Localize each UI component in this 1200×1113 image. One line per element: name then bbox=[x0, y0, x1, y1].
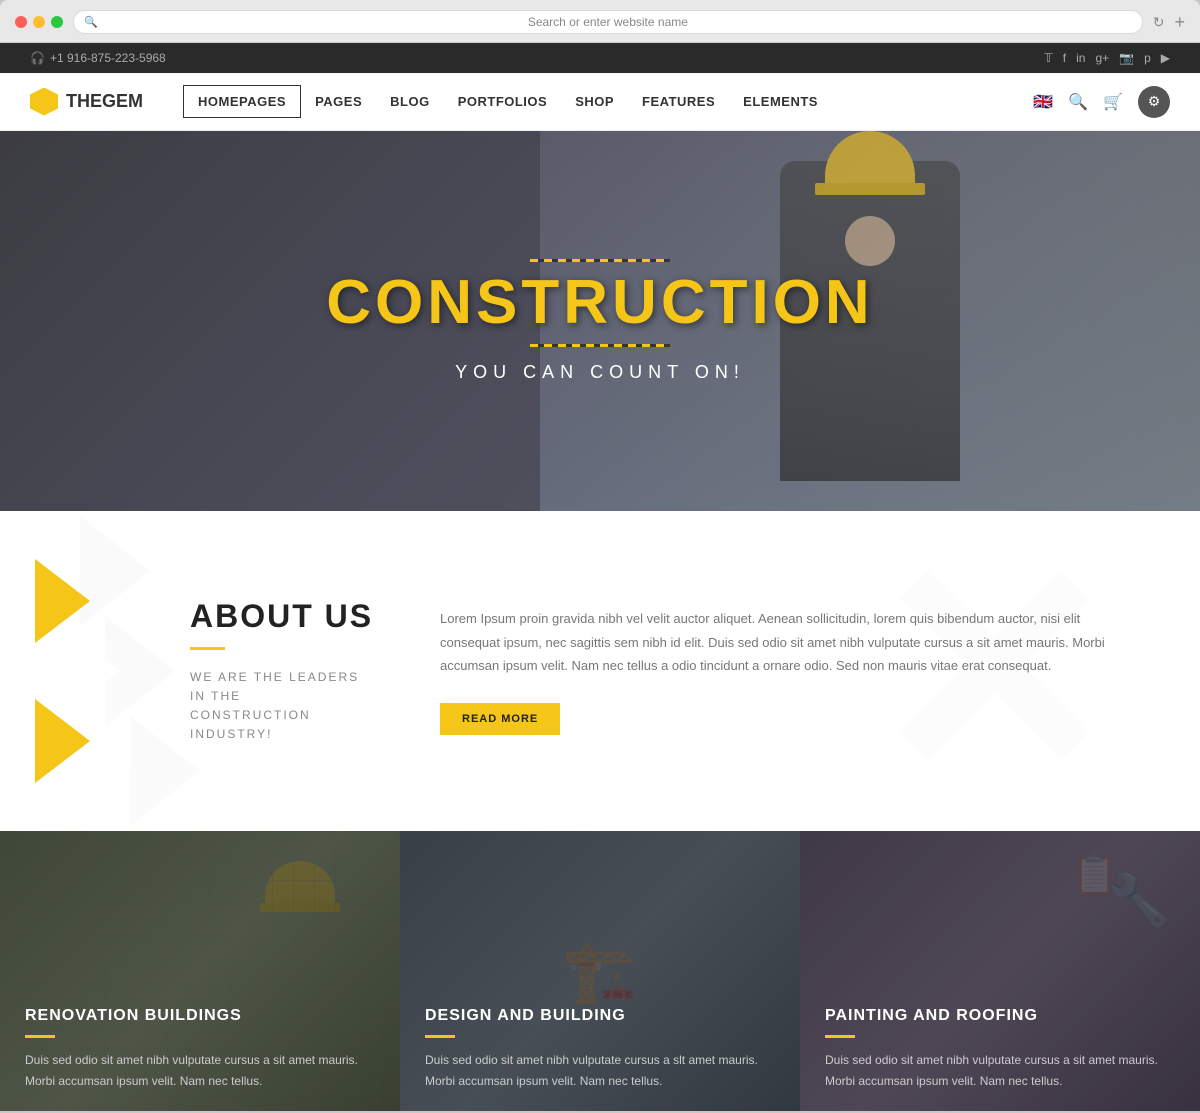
about-right: Lorem Ipsum proin gravida nibh vel velit… bbox=[440, 607, 1140, 734]
minimize-window-button[interactable] bbox=[33, 16, 45, 28]
service-divider-1 bbox=[25, 1035, 55, 1038]
close-window-button[interactable] bbox=[15, 16, 27, 28]
pinterest-icon[interactable]: p bbox=[1144, 51, 1151, 65]
about-body-text: Lorem Ipsum proin gravida nibh vel velit… bbox=[440, 607, 1140, 677]
logo-icon bbox=[30, 88, 58, 116]
googleplus-icon[interactable]: g+ bbox=[1095, 51, 1109, 65]
about-divider bbox=[190, 647, 225, 650]
service-content-3: PAINTING AND ROOFING Duis sed odio sit a… bbox=[800, 982, 1200, 1111]
nav-homepages[interactable]: HOMEPAGES bbox=[183, 85, 301, 118]
service-text-2: Duis sed odio sit amet nibh vulputate cu… bbox=[425, 1050, 775, 1091]
hero-content: CONSTRUCTION YOU CAN COUNT ON! bbox=[0, 259, 1200, 383]
nav-links: HOMEPAGES PAGES BLOG PORTFOLIOS SHOP FEA… bbox=[183, 85, 832, 118]
website-content: 🎧 +1 916-875-223-5968 𝕋 f in g+ 📷 p ▶ TH… bbox=[0, 43, 1200, 1111]
about-subtitle: WE ARE THE LEADERS IN THECONSTRUCTION IN… bbox=[190, 668, 380, 745]
address-placeholder: Search or enter website name bbox=[528, 15, 688, 29]
about-left: ABOUT US WE ARE THE LEADERS IN THECONSTR… bbox=[60, 598, 380, 745]
nav-pages[interactable]: PAGES bbox=[301, 86, 376, 117]
settings-button[interactable]: ⚙ bbox=[1138, 86, 1170, 118]
facebook-icon[interactable]: f bbox=[1063, 51, 1066, 65]
service-card-painting: 🔧 📋 PAINTING AND ROOFING Duis sed odio s… bbox=[800, 831, 1200, 1111]
services-section: RENOVATION BUILDINGS Duis sed odio sit a… bbox=[0, 831, 1200, 1111]
hero-section: CONSTRUCTION YOU CAN COUNT ON! bbox=[0, 131, 1200, 511]
nav-features[interactable]: FEATURES bbox=[628, 86, 729, 117]
hero-subtitle: YOU CAN COUNT ON! bbox=[0, 362, 1200, 383]
about-title: ABOUT US bbox=[190, 598, 380, 635]
nav-shop[interactable]: SHOP bbox=[561, 86, 628, 117]
reload-icon[interactable]: ↻ bbox=[1153, 14, 1165, 31]
service-content-1: RENOVATION BUILDINGS Duis sed odio sit a… bbox=[0, 982, 400, 1111]
stripe-decoration bbox=[530, 259, 670, 262]
nav-portfolios[interactable]: PORTFOLIOS bbox=[444, 86, 562, 117]
navbar: THEGEM HOMEPAGES PAGES BLOG PORTFOLIOS S… bbox=[0, 73, 1200, 131]
cart-icon[interactable]: 🛒 bbox=[1103, 92, 1123, 112]
headphone-icon: 🎧 bbox=[30, 51, 45, 65]
service-title-3: PAINTING AND ROOFING bbox=[825, 1007, 1175, 1025]
hero-stripe-top bbox=[0, 259, 1200, 262]
service-card-design: 🏗️ DESIGN AND BUILDING Duis sed odio sit… bbox=[400, 831, 800, 1111]
nav-elements[interactable]: ELEMENTS bbox=[729, 86, 832, 117]
top-bar: 🎧 +1 916-875-223-5968 𝕋 f in g+ 📷 p ▶ bbox=[0, 43, 1200, 73]
twitter-icon[interactable]: 𝕋 bbox=[1044, 51, 1053, 65]
service-card-renovation: RENOVATION BUILDINGS Duis sed odio sit a… bbox=[0, 831, 400, 1111]
service-divider-3 bbox=[825, 1035, 855, 1038]
search-nav-icon[interactable]: 🔍 bbox=[1068, 92, 1088, 112]
search-icon: 🔍 bbox=[84, 16, 98, 29]
address-bar[interactable]: 🔍 Search or enter website name bbox=[73, 10, 1143, 34]
service-title-2: DESIGN AND BUILDING bbox=[425, 1007, 775, 1025]
maximize-window-button[interactable] bbox=[51, 16, 63, 28]
add-tab-button[interactable]: + bbox=[1174, 12, 1185, 33]
browser-chrome: 🔍 Search or enter website name ↻ + bbox=[0, 0, 1200, 43]
service-text-1: Duis sed odio sit amet nibh vulputate cu… bbox=[25, 1050, 375, 1091]
service-divider-2 bbox=[425, 1035, 455, 1038]
hero-title: CONSTRUCTION bbox=[0, 272, 1200, 334]
read-more-button[interactable]: READ MORE bbox=[440, 703, 560, 735]
instagram-icon[interactable]: 📷 bbox=[1119, 51, 1134, 65]
service-content-2: DESIGN AND BUILDING Duis sed odio sit am… bbox=[400, 982, 800, 1111]
linkedin-icon[interactable]: in bbox=[1076, 51, 1085, 65]
window-controls bbox=[15, 16, 63, 28]
nav-blog[interactable]: BLOG bbox=[376, 86, 444, 117]
language-flag[interactable]: 🇬🇧 bbox=[1033, 92, 1053, 112]
social-links: 𝕋 f in g+ 📷 p ▶ bbox=[1044, 51, 1170, 65]
nav-actions: 🇬🇧 🔍 🛒 bbox=[1033, 92, 1123, 112]
logo[interactable]: THEGEM bbox=[30, 88, 143, 116]
about-section: ✕ ABOUT US WE ARE THE LEADERS IN THECONS… bbox=[0, 511, 1200, 831]
service-text-3: Duis sed odio sit amet nibh vulputate cu… bbox=[825, 1050, 1175, 1091]
stripe-decoration-bottom bbox=[530, 344, 670, 347]
service-title-1: RENOVATION BUILDINGS bbox=[25, 1007, 375, 1025]
youtube-icon[interactable]: ▶ bbox=[1161, 51, 1170, 65]
logo-text: THEGEM bbox=[66, 91, 143, 112]
phone-number: 🎧 +1 916-875-223-5968 bbox=[30, 51, 166, 65]
